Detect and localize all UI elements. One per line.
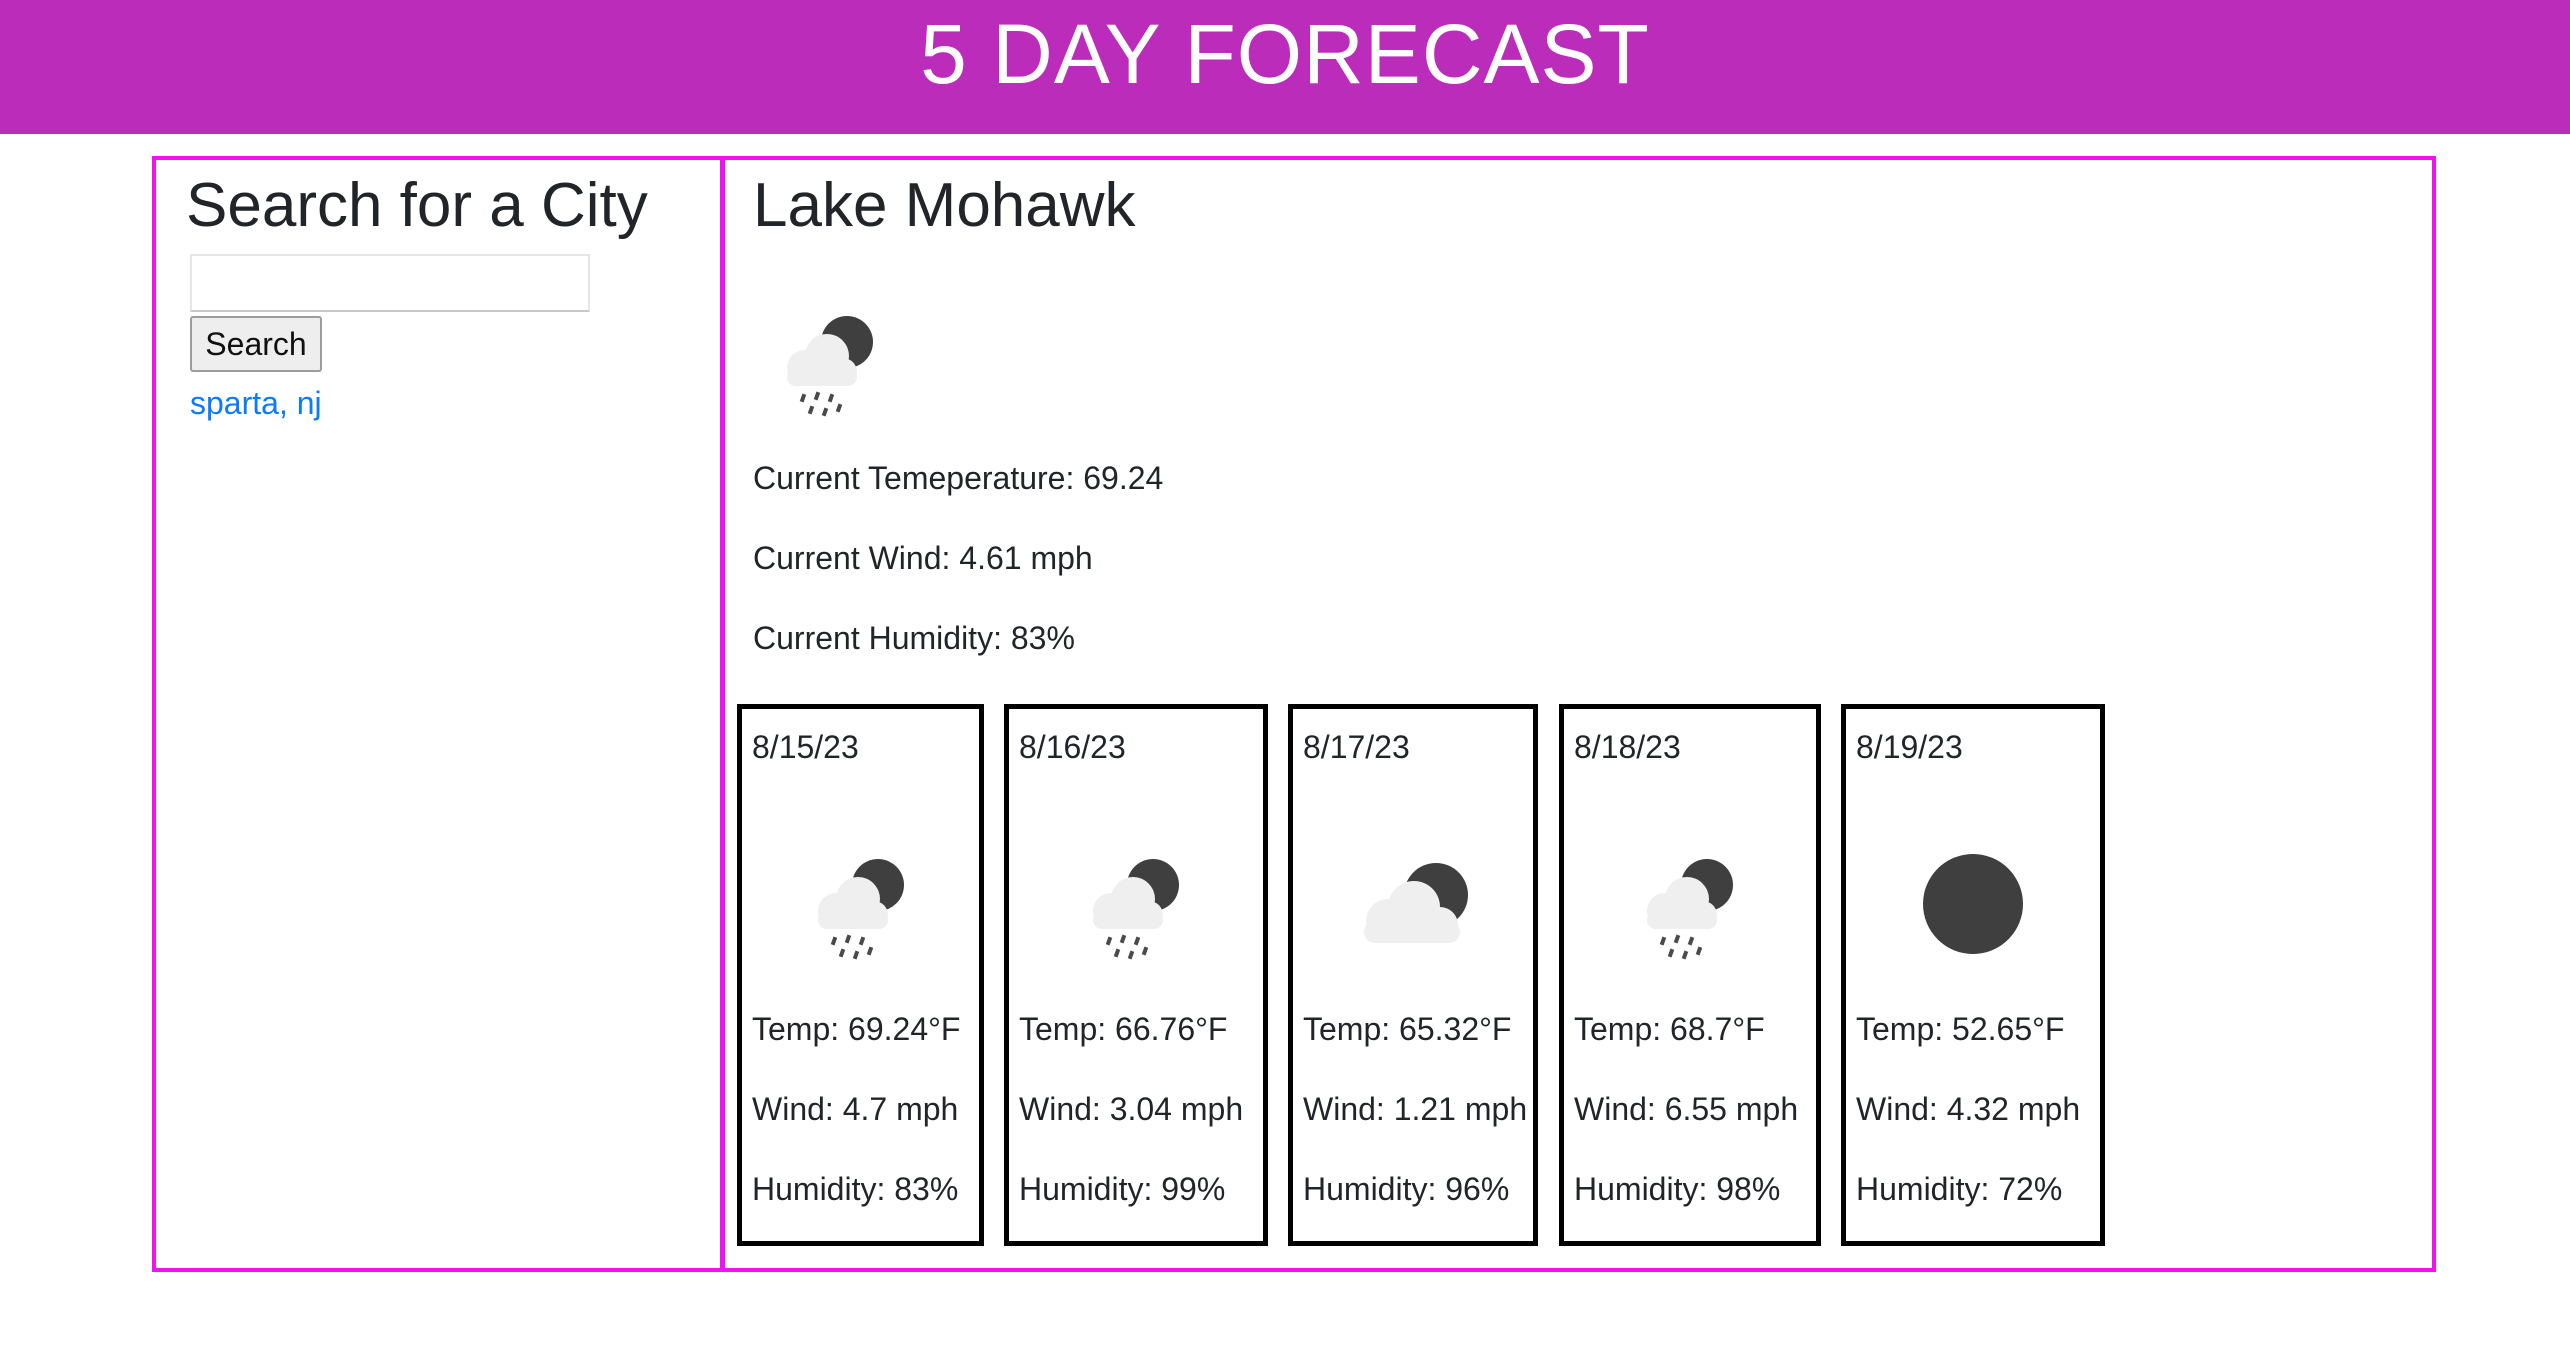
rain-night-icon xyxy=(1625,839,1755,969)
current-city-name: Lake Mohawk xyxy=(753,171,1136,240)
forecast-humidity: Humidity: 98% xyxy=(1574,1171,1781,1207)
forecast-temp: Temp: 52.65°F xyxy=(1856,1011,2065,1047)
forecast-date: 8/18/23 xyxy=(1574,729,1681,765)
forecast-wind: Wind: 4.7 mph xyxy=(752,1091,959,1127)
current-wind: Current Wind: 4.61 mph xyxy=(753,540,1093,576)
forecast-temp: Temp: 69.24°F xyxy=(752,1011,961,1047)
history-item-sparta-nj[interactable]: sparta, nj xyxy=(190,378,322,428)
forecast-humidity: Humidity: 83% xyxy=(752,1171,959,1207)
current-humidity: Current Humidity: 83% xyxy=(753,620,1075,656)
forecast-temp: Temp: 68.7°F xyxy=(1574,1011,1765,1047)
forecast-humidity: Humidity: 96% xyxy=(1303,1171,1510,1207)
forecast-wind: Wind: 1.21 mph xyxy=(1303,1091,1528,1127)
forecast-humidity: Humidity: 99% xyxy=(1019,1171,1226,1207)
forecast-card-day-1: 8/15/23 Temp: 69.24°F Wind: 4.7 mph Humi… xyxy=(737,704,984,1246)
rain-night-icon xyxy=(796,839,926,969)
forecast-card-day-5: 8/19/23 Temp: 52.65°F Wind: 4.32 mph Hum… xyxy=(1841,704,2105,1246)
forecast-temp: Temp: 66.76°F xyxy=(1019,1011,1228,1047)
forecast-date: 8/19/23 xyxy=(1856,729,1963,765)
page-title: 5 DAY FORECAST xyxy=(920,7,1650,101)
clear-night-icon xyxy=(1908,839,2038,969)
page-header: 5 DAY FORECAST xyxy=(0,0,2570,134)
forecast-card-day-2: 8/16/23 Temp: 66.76°F Wind: 3.04 mph Hum… xyxy=(1004,704,1268,1246)
rain-night-icon xyxy=(765,296,895,426)
forecast-date: 8/17/23 xyxy=(1303,729,1410,765)
city-search-input[interactable] xyxy=(190,254,590,312)
forecast-wind: Wind: 4.32 mph xyxy=(1856,1091,2081,1127)
current-temperature: Current Temeperature: 69.24 xyxy=(753,460,1164,496)
forecast-humidity: Humidity: 72% xyxy=(1856,1171,2063,1207)
forecast-wind: Wind: 6.55 mph xyxy=(1574,1091,1799,1127)
search-sidebar: Search for a City Search sparta, nj xyxy=(156,160,725,1268)
forecast-wind: Wind: 3.04 mph xyxy=(1019,1091,1244,1127)
content-frame: Search for a City Search sparta, nj Lake… xyxy=(152,156,2436,1272)
forecast-date: 8/16/23 xyxy=(1019,729,1126,765)
forecast-card-day-3: 8/17/23 Temp: 65.32°F Wind: 1.21 mph Hum… xyxy=(1288,704,1538,1246)
forecast-temp: Temp: 65.32°F xyxy=(1303,1011,1512,1047)
forecast-card-day-4: 8/18/23 Temp: 68.7°F Wind: 6.55 mph Humi… xyxy=(1559,704,1821,1246)
forecast-date: 8/15/23 xyxy=(752,729,859,765)
rain-night-icon xyxy=(1071,839,1201,969)
search-heading: Search for a City xyxy=(186,171,648,240)
cloudy-night-icon xyxy=(1348,839,1478,969)
search-button[interactable]: Search xyxy=(190,316,322,372)
weather-main: Lake Mohawk Current Temeperature: 69.24 … xyxy=(725,160,2432,1268)
